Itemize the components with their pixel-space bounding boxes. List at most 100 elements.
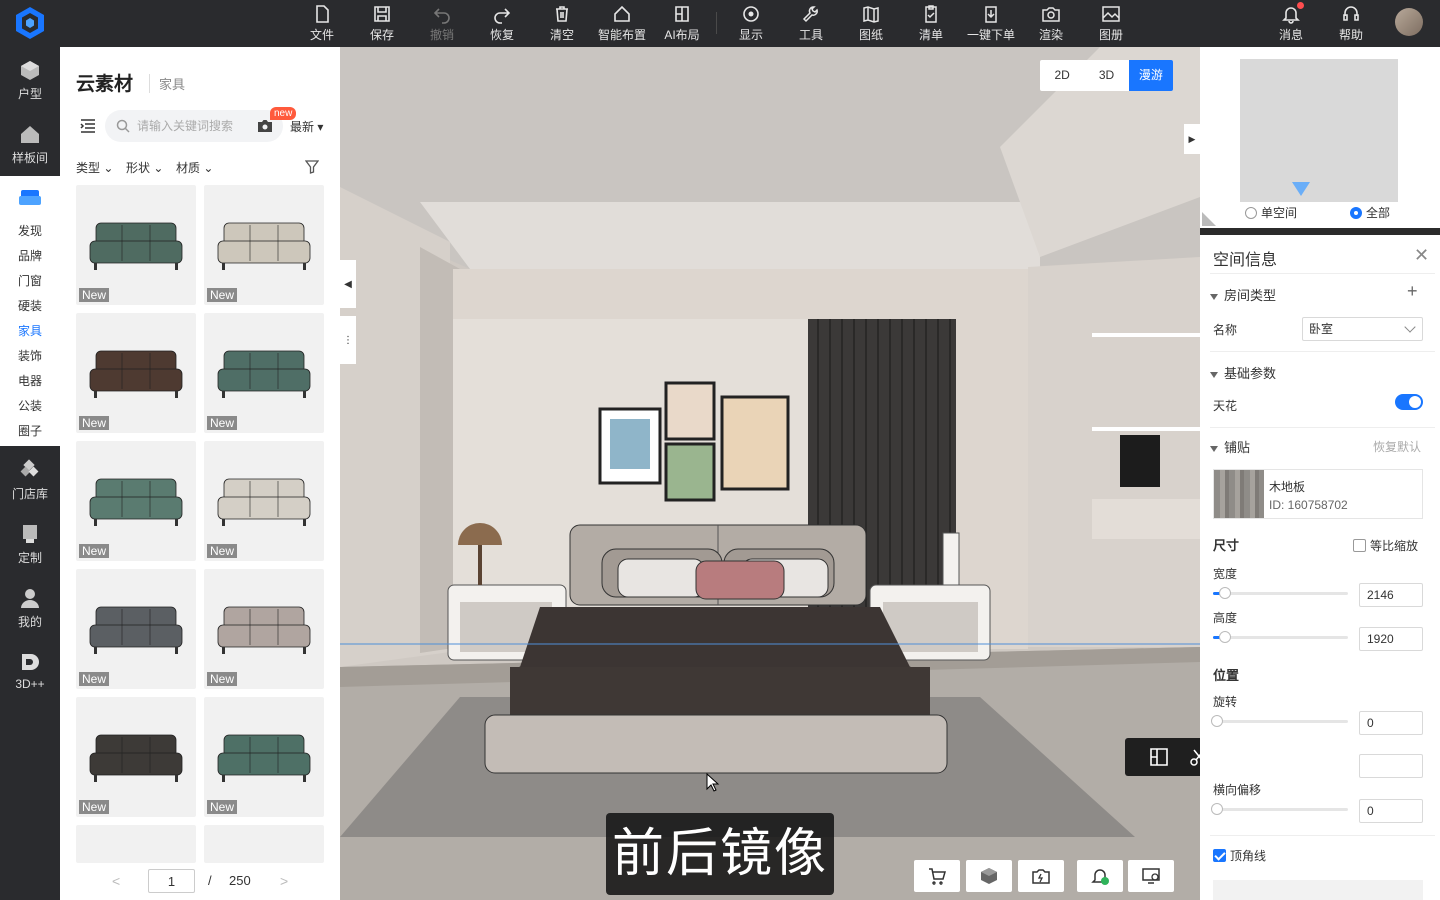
filter-material[interactable]: 材质 ⌄ — [176, 159, 213, 176]
prev-page-button[interactable]: < — [112, 873, 120, 889]
render-button[interactable]: 渲染 — [1026, 0, 1076, 47]
snapshot-button[interactable] — [1018, 860, 1064, 892]
next-page-button[interactable]: > — [280, 873, 288, 889]
avatar[interactable] — [1395, 8, 1423, 36]
nav-3d-plus[interactable]: 3D++ — [0, 651, 60, 691]
page-number-input[interactable] — [148, 869, 195, 893]
width-input[interactable]: 2146 — [1359, 583, 1423, 607]
product-card[interactable]: New — [76, 441, 196, 561]
tools-button[interactable]: 工具 — [786, 0, 836, 47]
cut-icon[interactable] — [1189, 747, 1200, 767]
restore-default-button[interactable]: 恢复默认 — [1373, 438, 1421, 455]
product-card[interactable]: New — [204, 441, 324, 561]
nav-sub-furniture[interactable]: 家具 — [0, 322, 60, 339]
section-room-type[interactable]: 房间类型 — [1210, 285, 1276, 304]
proportional-scale-checkbox[interactable]: 等比缩放 — [1353, 537, 1418, 554]
album-button[interactable]: 图册 — [1086, 0, 1136, 47]
nav-sub-hard-decor[interactable]: 硬装 — [0, 297, 60, 314]
slider-knob[interactable] — [1219, 631, 1231, 643]
search-input[interactable] — [137, 110, 257, 142]
radio-single-space[interactable]: 单空间 — [1245, 204, 1297, 221]
save-button[interactable]: 保存 — [357, 0, 407, 47]
sofa-icon[interactable] — [18, 187, 42, 209]
nav-custom[interactable]: 定制 — [0, 523, 60, 566]
panel-collapse-button[interactable]: ◀ — [340, 260, 356, 308]
horizontal-offset-input[interactable]: 0 — [1359, 799, 1423, 823]
panel-drag-handle[interactable]: ⋮ — [340, 316, 356, 364]
rotate-slider[interactable] — [1211, 715, 1348, 727]
messages-button[interactable]: 消息 — [1266, 0, 1316, 47]
product-card[interactable]: New — [76, 313, 196, 433]
slider-knob[interactable] — [1211, 715, 1223, 727]
cornice-checkbox[interactable]: 顶角线 — [1213, 847, 1266, 864]
clear-button[interactable]: 清空 — [537, 0, 587, 47]
nav-floorplan[interactable]: 户型 — [0, 59, 60, 102]
redo-button[interactable]: 恢复 — [477, 0, 527, 47]
view-3d-button[interactable]: 3D — [1084, 60, 1128, 91]
view-walkthrough-button[interactable]: 漫游 — [1128, 60, 1173, 91]
nav-sub-doors-windows[interactable]: 门窗 — [0, 272, 60, 289]
view-2d-button[interactable]: 2D — [1040, 60, 1084, 91]
section-tiling[interactable]: 铺贴 — [1210, 437, 1250, 456]
file-button[interactable]: 文件 — [297, 0, 347, 47]
minimap-canvas[interactable] — [1240, 59, 1398, 202]
minimap-expand-button[interactable]: ▶ — [1184, 124, 1200, 154]
image-search-camera-icon[interactable] — [257, 119, 273, 133]
3d-viewport[interactable]: 2D 3D 漫游 前后镜像 — [340, 47, 1200, 900]
sort-dropdown[interactable]: 最新 ▾ — [290, 118, 323, 135]
product-card[interactable]: New — [204, 313, 324, 433]
nav-sub-commercial[interactable]: 公装 — [0, 397, 60, 414]
product-card[interactable]: New — [204, 569, 324, 689]
filter-shape[interactable]: 形状 ⌄ — [126, 159, 163, 176]
list-button[interactable]: 清单 — [906, 0, 956, 47]
drawings-button[interactable]: 图纸 — [846, 0, 896, 47]
model-box-button[interactable] — [966, 860, 1012, 892]
product-card[interactable] — [76, 825, 196, 863]
product-card[interactable]: New — [204, 697, 324, 817]
slider-knob[interactable] — [1211, 803, 1223, 815]
height-input[interactable]: 1920 — [1359, 627, 1423, 651]
material-card[interactable]: 木地板 ID: 160758702 — [1213, 469, 1423, 519]
nav-sub-discover[interactable]: 发现 — [0, 222, 60, 239]
slider-knob[interactable] — [1219, 587, 1231, 599]
section-basic-params[interactable]: 基础参数 — [1210, 363, 1276, 382]
nav-sub-decoration[interactable]: 装饰 — [0, 347, 60, 364]
category-list-icon[interactable] — [80, 119, 96, 133]
app-logo-icon[interactable] — [12, 5, 48, 41]
nav-store-library[interactable]: 门店库 — [0, 459, 60, 502]
nav-sub-circle[interactable]: 圈子 — [0, 422, 60, 439]
cart-button[interactable] — [914, 860, 960, 892]
undo-button[interactable]: 撤销 — [417, 0, 467, 47]
product-card[interactable] — [204, 825, 324, 863]
panel-category: 家具 — [149, 74, 185, 93]
width-slider[interactable] — [1213, 587, 1348, 599]
product-card[interactable]: New — [76, 185, 196, 305]
one-click-order-button[interactable]: 一键下单 — [966, 0, 1016, 47]
display-button[interactable]: 显示 — [726, 0, 776, 47]
horizontal-offset-slider[interactable] — [1211, 803, 1348, 815]
rotate-input[interactable]: 0 — [1359, 711, 1423, 735]
nav-showroom[interactable]: 样板间 — [0, 123, 60, 166]
nav-sub-brand[interactable]: 品牌 — [0, 247, 60, 264]
filter-funnel-icon[interactable] — [305, 160, 319, 174]
room-name-select[interactable]: 卧室 — [1302, 317, 1423, 341]
height-slider[interactable] — [1213, 631, 1348, 643]
product-card[interactable]: New — [76, 569, 196, 689]
close-icon[interactable]: ✕ — [1414, 245, 1429, 266]
nav-sub-appliances[interactable]: 电器 — [0, 372, 60, 389]
ai-layout-button[interactable]: AI布局 — [657, 0, 707, 47]
ceiling-toggle[interactable] — [1395, 394, 1423, 410]
replace-icon[interactable] — [1149, 747, 1169, 767]
product-card[interactable]: New — [76, 697, 196, 817]
screen-button[interactable] — [1128, 860, 1174, 892]
product-card[interactable]: New — [204, 185, 324, 305]
nav-mine[interactable]: 我的 — [0, 587, 60, 630]
smart-layout-button[interactable]: 智能布置 — [597, 0, 647, 47]
add-room-type-icon[interactable]: + — [1407, 281, 1418, 302]
resize-corner-icon[interactable] — [1202, 212, 1216, 226]
help-button[interactable]: 帮助 — [1326, 0, 1376, 47]
check-notify-button[interactable] — [1077, 860, 1123, 892]
radio-all[interactable]: 全部 — [1350, 204, 1390, 221]
filter-type[interactable]: 类型 ⌄ — [76, 159, 113, 176]
offset-vertical-input[interactable] — [1359, 754, 1423, 778]
